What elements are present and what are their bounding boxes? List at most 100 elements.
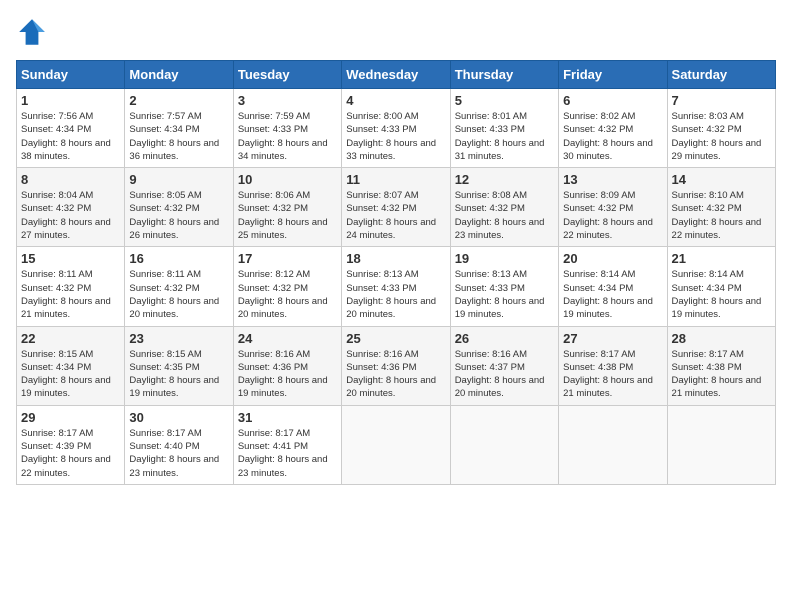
day-detail: Sunrise: 8:16 AMSunset: 4:36 PMDaylight:… [238, 349, 328, 400]
calendar-day-cell: 22 Sunrise: 8:15 AMSunset: 4:34 PMDayligh… [17, 326, 125, 405]
weekday-header: Friday [559, 61, 667, 89]
day-detail: Sunrise: 8:17 AMSunset: 4:40 PMDaylight:… [129, 428, 219, 479]
day-number: 21 [672, 251, 771, 266]
calendar-day-cell: 20 Sunrise: 8:14 AMSunset: 4:34 PMDayligh… [559, 247, 667, 326]
weekday-header: Wednesday [342, 61, 450, 89]
calendar-day-cell: 26 Sunrise: 8:16 AMSunset: 4:37 PMDayligh… [450, 326, 558, 405]
day-detail: Sunrise: 7:57 AMSunset: 4:34 PMDaylight:… [129, 111, 219, 162]
day-number: 1 [21, 93, 120, 108]
calendar-week-row: 22 Sunrise: 8:15 AMSunset: 4:34 PMDayligh… [17, 326, 776, 405]
day-detail: Sunrise: 8:03 AMSunset: 4:32 PMDaylight:… [672, 111, 762, 162]
calendar-day-cell: 9 Sunrise: 8:05 AMSunset: 4:32 PMDaylight… [125, 168, 233, 247]
day-detail: Sunrise: 8:16 AMSunset: 4:36 PMDaylight:… [346, 349, 436, 400]
day-number: 3 [238, 93, 337, 108]
day-number: 2 [129, 93, 228, 108]
calendar-day-cell: 28 Sunrise: 8:17 AMSunset: 4:38 PMDayligh… [667, 326, 775, 405]
day-detail: Sunrise: 8:17 AMSunset: 4:41 PMDaylight:… [238, 428, 328, 479]
day-detail: Sunrise: 8:15 AMSunset: 4:34 PMDaylight:… [21, 349, 111, 400]
day-detail: Sunrise: 8:14 AMSunset: 4:34 PMDaylight:… [563, 269, 653, 320]
calendar-table: SundayMondayTuesdayWednesdayThursdayFrid… [16, 60, 776, 485]
day-detail: Sunrise: 8:04 AMSunset: 4:32 PMDaylight:… [21, 190, 111, 241]
calendar-day-cell: 7 Sunrise: 8:03 AMSunset: 4:32 PMDaylight… [667, 89, 775, 168]
calendar-day-cell: 3Sunrise: 7:59 AMSunset: 4:33 PMDaylight… [233, 89, 341, 168]
day-detail: Sunrise: 8:17 AMSunset: 4:38 PMDaylight:… [672, 349, 762, 400]
day-number: 13 [563, 172, 662, 187]
day-detail: Sunrise: 8:13 AMSunset: 4:33 PMDaylight:… [455, 269, 545, 320]
day-number: 22 [21, 331, 120, 346]
day-number: 29 [21, 410, 120, 425]
calendar-day-cell: 5 Sunrise: 8:01 AMSunset: 4:33 PMDaylight… [450, 89, 558, 168]
logo-icon [16, 16, 48, 48]
calendar-day-cell: 2 Sunrise: 7:57 AMSunset: 4:34 PMDaylight… [125, 89, 233, 168]
weekday-header: Sunday [17, 61, 125, 89]
day-number: 14 [672, 172, 771, 187]
day-number: 9 [129, 172, 228, 187]
day-detail: Sunrise: 8:08 AMSunset: 4:32 PMDaylight:… [455, 190, 545, 241]
day-number: 25 [346, 331, 445, 346]
day-detail: Sunrise: 8:01 AMSunset: 4:33 PMDaylight:… [455, 111, 545, 162]
day-number: 28 [672, 331, 771, 346]
day-number: 17 [238, 251, 337, 266]
day-number: 12 [455, 172, 554, 187]
calendar-day-cell: 25 Sunrise: 8:16 AMSunset: 4:36 PMDayligh… [342, 326, 450, 405]
day-number: 6 [563, 93, 662, 108]
calendar-day-cell [667, 405, 775, 484]
day-detail: Sunrise: 8:07 AMSunset: 4:32 PMDaylight:… [346, 190, 436, 241]
calendar-day-cell: 14 Sunrise: 8:10 AMSunset: 4:32 PMDayligh… [667, 168, 775, 247]
calendar-day-cell: 11 Sunrise: 8:07 AMSunset: 4:32 PMDayligh… [342, 168, 450, 247]
calendar-week-row: 8 Sunrise: 8:04 AMSunset: 4:32 PMDaylight… [17, 168, 776, 247]
day-number: 4 [346, 93, 445, 108]
day-number: 26 [455, 331, 554, 346]
calendar-day-cell: 24 Sunrise: 8:16 AMSunset: 4:36 PMDayligh… [233, 326, 341, 405]
day-detail: Sunrise: 8:06 AMSunset: 4:32 PMDaylight:… [238, 190, 328, 241]
day-number: 7 [672, 93, 771, 108]
weekday-header: Thursday [450, 61, 558, 89]
calendar-day-cell [450, 405, 558, 484]
day-detail: Sunrise: 8:00 AMSunset: 4:33 PMDaylight:… [346, 111, 436, 162]
calendar-day-cell: 18Sunrise: 8:13 AMSunset: 4:33 PMDayligh… [342, 247, 450, 326]
day-number: 11 [346, 172, 445, 187]
calendar-day-cell: 23Sunrise: 8:15 AMSunset: 4:35 PMDayligh… [125, 326, 233, 405]
day-number: 5 [455, 93, 554, 108]
day-number: 30 [129, 410, 228, 425]
day-detail: Sunrise: 8:16 AMSunset: 4:37 PMDaylight:… [455, 349, 545, 400]
calendar-day-cell: 8 Sunrise: 8:04 AMSunset: 4:32 PMDaylight… [17, 168, 125, 247]
day-detail: Sunrise: 8:15 AMSunset: 4:35 PMDaylight:… [129, 349, 219, 400]
day-detail: Sunrise: 8:09 AMSunset: 4:32 PMDaylight:… [563, 190, 653, 241]
day-detail: Sunrise: 8:05 AMSunset: 4:32 PMDaylight:… [129, 190, 219, 241]
day-detail: Sunrise: 8:11 AMSunset: 4:32 PMDaylight:… [129, 269, 219, 320]
day-number: 18 [346, 251, 445, 266]
calendar-week-row: 1 Sunrise: 7:56 AMSunset: 4:34 PMDaylight… [17, 89, 776, 168]
day-number: 19 [455, 251, 554, 266]
calendar-day-cell: 30 Sunrise: 8:17 AMSunset: 4:40 PMDayligh… [125, 405, 233, 484]
day-detail: Sunrise: 8:11 AMSunset: 4:32 PMDaylight:… [21, 269, 111, 320]
weekday-header: Tuesday [233, 61, 341, 89]
day-detail: Sunrise: 8:17 AMSunset: 4:39 PMDaylight:… [21, 428, 111, 479]
calendar-day-cell [559, 405, 667, 484]
calendar-day-cell: 12 Sunrise: 8:08 AMSunset: 4:32 PMDayligh… [450, 168, 558, 247]
weekday-header: Saturday [667, 61, 775, 89]
calendar-day-cell: 4 Sunrise: 8:00 AMSunset: 4:33 PMDaylight… [342, 89, 450, 168]
day-number: 10 [238, 172, 337, 187]
calendar-week-row: 15 Sunrise: 8:11 AMSunset: 4:32 PMDayligh… [17, 247, 776, 326]
weekday-header: Monday [125, 61, 233, 89]
calendar-day-cell: 1 Sunrise: 7:56 AMSunset: 4:34 PMDaylight… [17, 89, 125, 168]
day-number: 27 [563, 331, 662, 346]
day-detail: Sunrise: 7:56 AMSunset: 4:34 PMDaylight:… [21, 111, 111, 162]
weekday-header-row: SundayMondayTuesdayWednesdayThursdayFrid… [17, 61, 776, 89]
day-detail: Sunrise: 8:17 AMSunset: 4:38 PMDaylight:… [563, 349, 653, 400]
day-detail: Sunrise: 8:12 AMSunset: 4:32 PMDaylight:… [238, 269, 328, 320]
calendar-week-row: 29 Sunrise: 8:17 AMSunset: 4:39 PMDayligh… [17, 405, 776, 484]
day-number: 24 [238, 331, 337, 346]
calendar-day-cell: 15 Sunrise: 8:11 AMSunset: 4:32 PMDayligh… [17, 247, 125, 326]
day-detail: Sunrise: 8:02 AMSunset: 4:32 PMDaylight:… [563, 111, 653, 162]
day-number: 20 [563, 251, 662, 266]
day-number: 15 [21, 251, 120, 266]
page-header [16, 16, 776, 48]
logo [16, 16, 52, 48]
day-number: 8 [21, 172, 120, 187]
calendar-day-cell: 31Sunrise: 8:17 AMSunset: 4:41 PMDayligh… [233, 405, 341, 484]
calendar-day-cell: 17 Sunrise: 8:12 AMSunset: 4:32 PMDayligh… [233, 247, 341, 326]
calendar-day-cell: 6 Sunrise: 8:02 AMSunset: 4:32 PMDaylight… [559, 89, 667, 168]
day-detail: Sunrise: 8:10 AMSunset: 4:32 PMDaylight:… [672, 190, 762, 241]
